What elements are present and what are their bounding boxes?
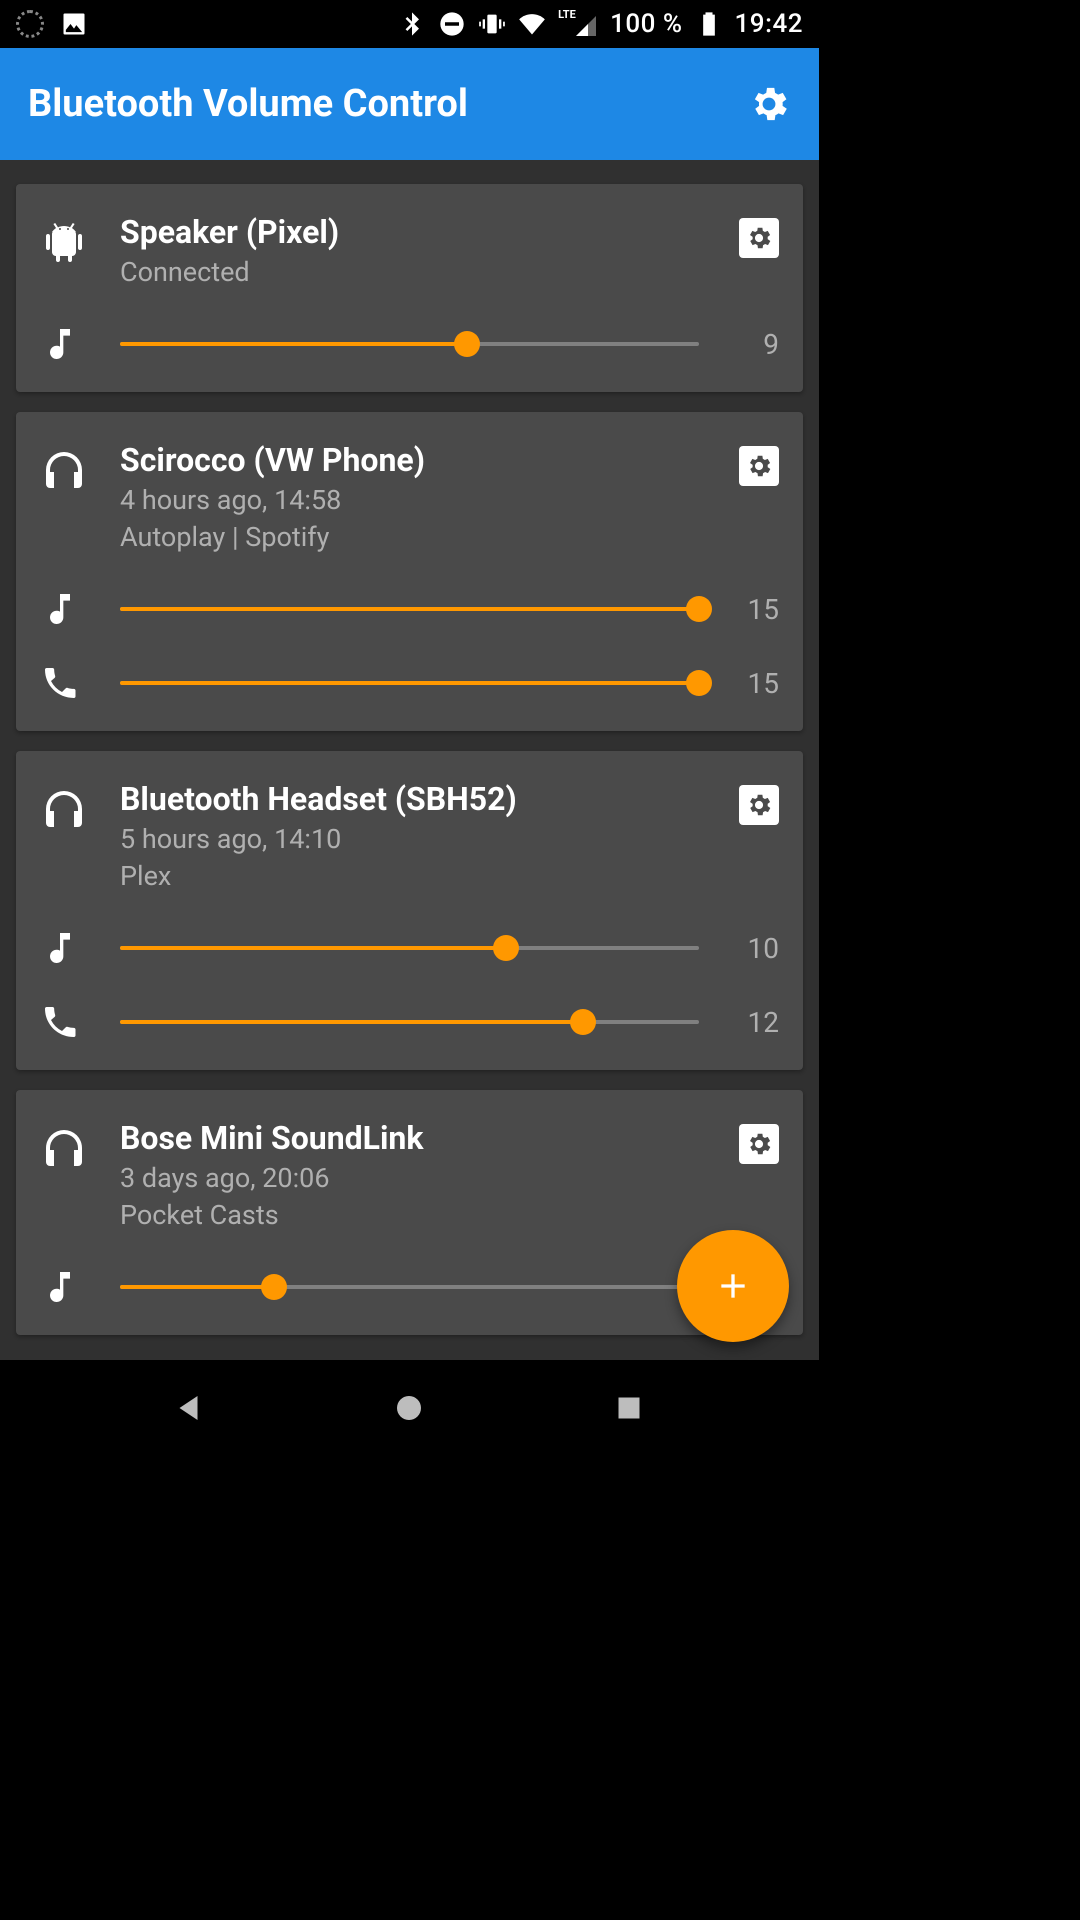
music-volume-row: 4 (40, 1267, 779, 1307)
loading-spinner-icon (16, 10, 44, 38)
device-settings-button[interactable] (739, 785, 779, 825)
music-volume-value: 10 (719, 932, 779, 965)
music-volume-row: 15 (40, 589, 779, 629)
recents-button[interactable] (611, 1390, 647, 1426)
music-volume-row: 9 (40, 324, 779, 364)
call-volume-value: 15 (719, 667, 779, 700)
music-volume-slider[interactable] (120, 946, 699, 950)
call-volume-value: 12 (719, 1006, 779, 1039)
device-settings-button[interactable] (739, 1124, 779, 1164)
device-app: Autoplay | Spotify (120, 519, 731, 555)
picture-icon (60, 10, 88, 38)
do-not-disturb-icon (438, 10, 466, 38)
device-status: 4 hours ago, 14:58 (120, 482, 731, 518)
headphones-icon (40, 1124, 88, 1172)
navigation-bar (0, 1360, 819, 1456)
device-app: Pocket Casts (120, 1197, 731, 1233)
device-card: Bluetooth Headset (SBH52)5 hours ago, 14… (16, 751, 803, 1070)
call-volume-row: 15 (40, 663, 779, 703)
home-button[interactable] (391, 1390, 427, 1426)
device-status: 3 days ago, 20:06 (120, 1160, 731, 1196)
device-settings-button[interactable] (739, 446, 779, 486)
phone-icon (40, 663, 80, 703)
music-note-icon (40, 928, 80, 968)
music-volume-slider[interactable] (120, 342, 699, 346)
music-volume-value: 9 (719, 328, 779, 361)
clock: 19:42 (735, 9, 803, 39)
device-list[interactable]: Speaker (Pixel)Connected 9 Scirocco (VW Ph… (0, 160, 819, 1360)
device-status: 5 hours ago, 14:10 (120, 821, 731, 857)
call-volume-slider[interactable] (120, 681, 699, 685)
battery-percentage: 100 % (610, 9, 682, 39)
device-settings-button[interactable] (739, 218, 779, 258)
call-volume-slider[interactable] (120, 1020, 699, 1024)
android-icon (40, 218, 88, 266)
music-note-icon (40, 1267, 80, 1307)
music-note-icon (40, 324, 80, 364)
music-volume-row: 10 (40, 928, 779, 968)
add-button[interactable] (677, 1230, 789, 1342)
device-status: Connected (120, 254, 731, 290)
device-name: Bose Mini SoundLink (120, 1118, 731, 1158)
app-title: Bluetooth Volume Control (28, 82, 747, 126)
music-volume-slider[interactable] (120, 607, 699, 611)
phone-icon (40, 1002, 80, 1042)
status-bar: LTE 100 % 19:42 (0, 0, 819, 48)
headphones-icon (40, 785, 88, 833)
headphones-icon (40, 446, 88, 494)
device-card: Speaker (Pixel)Connected 9 (16, 184, 803, 392)
wifi-icon (518, 10, 546, 38)
app-bar: Bluetooth Volume Control (0, 48, 819, 160)
battery-icon (695, 10, 723, 38)
device-app: Plex (120, 858, 731, 894)
device-name: Bluetooth Headset (SBH52) (120, 779, 731, 819)
settings-button[interactable] (747, 82, 791, 126)
cellular-signal-icon: LTE (558, 10, 598, 38)
music-note-icon (40, 589, 80, 629)
call-volume-row: 12 (40, 1002, 779, 1042)
device-card: Scirocco (VW Phone)4 hours ago, 14:58Aut… (16, 412, 803, 731)
back-button[interactable] (172, 1390, 208, 1426)
device-name: Speaker (Pixel) (120, 212, 731, 252)
music-volume-value: 15 (719, 593, 779, 626)
music-volume-slider[interactable] (120, 1285, 699, 1289)
device-name: Scirocco (VW Phone) (120, 440, 731, 480)
vibrate-icon (478, 10, 506, 38)
bluetooth-icon (398, 10, 426, 38)
